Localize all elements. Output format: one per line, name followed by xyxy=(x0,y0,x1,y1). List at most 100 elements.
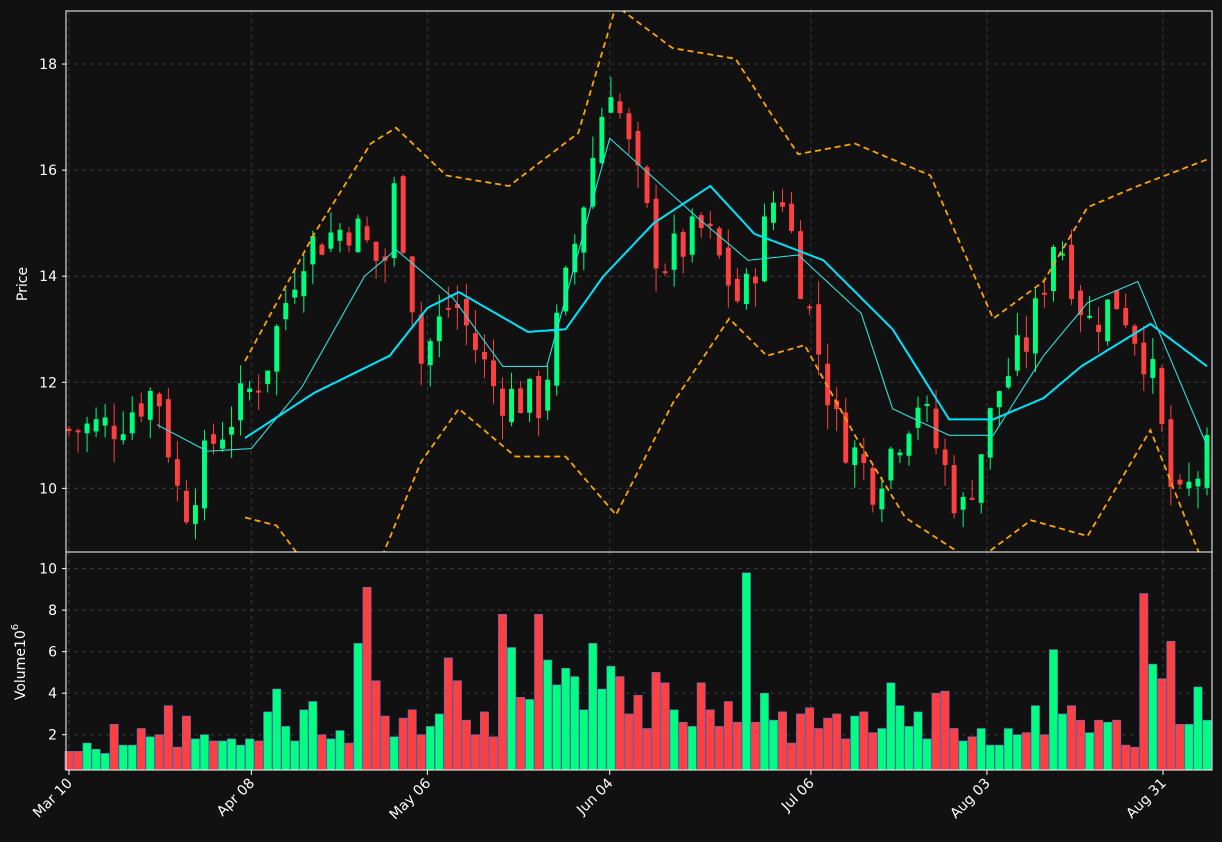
volume-bar xyxy=(805,707,815,771)
volume-bar xyxy=(841,738,851,771)
candle-body xyxy=(1150,359,1156,378)
chart-svg: 1012141618 246810 Mar 10 Apr 08 May 06 Jun … xyxy=(0,0,1222,842)
volume-bar xyxy=(1076,719,1086,771)
candle xyxy=(554,304,560,396)
volume-label-exponent: 6 xyxy=(10,624,21,630)
candle-body xyxy=(780,202,785,207)
volume-bar xyxy=(398,717,408,771)
volume-bar xyxy=(407,709,417,771)
candle-body xyxy=(283,303,289,320)
candle-body xyxy=(138,403,144,417)
volume-bar xyxy=(290,740,300,771)
candle-body xyxy=(1014,335,1020,371)
candle-body xyxy=(608,97,614,113)
candle-body xyxy=(942,449,948,466)
volume-bar xyxy=(200,734,209,771)
volume-bar xyxy=(534,613,544,771)
volume-bar xyxy=(254,740,264,771)
volume-bar xyxy=(958,740,968,771)
volume-bar xyxy=(940,690,950,771)
volume-bar xyxy=(344,742,354,771)
candle-body xyxy=(978,454,984,503)
volume-bar xyxy=(1058,713,1067,771)
candle-body xyxy=(716,228,722,256)
candle xyxy=(1159,364,1165,432)
candle-body xyxy=(346,232,352,246)
candle xyxy=(798,220,804,300)
candle-body xyxy=(635,130,641,166)
volume-bar xyxy=(118,744,128,771)
volume-bar xyxy=(814,728,824,771)
candle-body xyxy=(545,379,551,411)
candle-body xyxy=(527,378,533,413)
candle-body xyxy=(220,439,226,449)
candle-body xyxy=(915,407,921,428)
volume-bar xyxy=(91,748,101,771)
volume-bar xyxy=(443,657,453,771)
volume-ytick-label: 10 xyxy=(39,562,57,578)
volume-bar xyxy=(913,711,923,771)
volume-bar xyxy=(850,715,860,771)
candle-body xyxy=(1050,247,1056,292)
volume-bar xyxy=(660,682,670,771)
candle-body xyxy=(1105,299,1111,342)
candle-body xyxy=(1186,481,1192,489)
candle-body xyxy=(102,417,108,426)
volume-bar xyxy=(832,713,842,771)
volume-y-axis-label: Volume106 xyxy=(10,624,29,700)
volume-bar xyxy=(1039,734,1049,771)
candle-body xyxy=(472,333,478,350)
volume-bar xyxy=(1049,649,1058,771)
candle-body xyxy=(861,454,867,464)
candle-body xyxy=(617,101,623,114)
volume-bar xyxy=(705,709,715,771)
candle-body xyxy=(789,203,795,231)
candle-body xyxy=(662,271,668,274)
volume-bar xyxy=(163,705,173,771)
candle xyxy=(1114,290,1120,310)
volume-bar xyxy=(317,734,327,771)
volume-bar xyxy=(326,738,336,771)
candle-body xyxy=(996,391,1002,408)
volume-bar xyxy=(769,719,778,771)
candle-body xyxy=(66,428,72,431)
candle-body xyxy=(265,370,271,384)
volume-bar xyxy=(868,732,878,771)
volume-bar xyxy=(597,688,607,771)
volume-ytick-label: 4 xyxy=(48,686,57,702)
candle-body xyxy=(987,408,993,458)
volume-bar xyxy=(1139,593,1149,771)
candle-body xyxy=(798,231,804,299)
volume-bar xyxy=(335,730,345,771)
candle xyxy=(355,214,361,253)
volume-bar xyxy=(245,738,255,771)
candle-body xyxy=(743,273,749,305)
candle-body xyxy=(120,434,126,441)
volume-bar xyxy=(624,713,634,771)
volume-bar xyxy=(299,709,309,771)
volume-bar xyxy=(1202,719,1212,771)
volume-bar xyxy=(308,701,318,771)
candle-body xyxy=(183,490,189,523)
volume-bar xyxy=(732,721,742,771)
candle-body xyxy=(671,233,677,270)
volume-bar xyxy=(1157,678,1167,771)
volume-bar xyxy=(371,680,381,771)
volume-bar xyxy=(516,697,526,771)
volume-bar xyxy=(714,726,724,771)
candle-body xyxy=(969,497,975,500)
candle-body xyxy=(274,326,280,372)
candle-body xyxy=(653,198,659,269)
price-y-axis-label: Price xyxy=(15,267,31,301)
candle-body xyxy=(734,278,740,302)
volume-bar xyxy=(281,726,291,771)
candle-body xyxy=(111,425,117,440)
candle-body xyxy=(500,388,505,416)
candle-body xyxy=(156,393,162,407)
volume-bar xyxy=(678,721,688,771)
volume-bar xyxy=(552,684,562,771)
volume-bar xyxy=(904,726,914,771)
candle-body xyxy=(689,216,695,255)
candle-body xyxy=(888,448,894,481)
candle-body xyxy=(752,276,758,284)
